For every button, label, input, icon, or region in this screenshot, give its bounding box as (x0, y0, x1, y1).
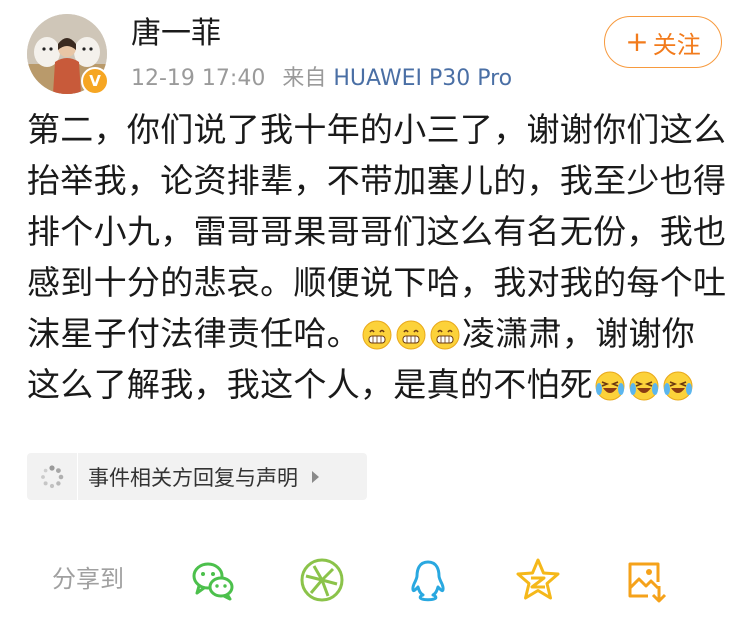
event-tag-label: 事件相关方回复与声明 (88, 465, 298, 490)
post-meta: 12-19 17:40 来自 HUAWEI P30 Pro (131, 64, 512, 94)
grin-emoji (362, 320, 392, 350)
qq-icon[interactable] (404, 556, 452, 604)
event-tag-link[interactable]: 事件相关方回复与声明 (27, 453, 367, 500)
follow-label: 关注 (652, 30, 701, 59)
save-image-icon[interactable] (622, 556, 670, 604)
laugh-cry-emoji (595, 371, 625, 401)
laugh-cry-emoji (629, 371, 659, 401)
loading-spinner-icon (27, 453, 78, 500)
laugh-cry-emoji (663, 371, 693, 401)
wechat-icon[interactable] (189, 556, 237, 604)
timestamp: 12-19 17:40 (131, 66, 266, 91)
plus-icon: + (625, 25, 649, 58)
verified-badge-icon: V (81, 67, 109, 95)
grin-emoji (396, 320, 426, 350)
post-body: 第二，你们说了我十年的小三了，谢谢你们这么抬举我，论资排辈，不带加塞儿的，我至少… (27, 104, 727, 410)
grin-emoji (430, 320, 460, 350)
follow-button[interactable]: + 关注 (604, 16, 722, 68)
share-label: 分享到 (52, 565, 124, 593)
qzone-icon[interactable] (514, 556, 562, 604)
chevron-right-icon (312, 470, 319, 483)
moments-icon[interactable] (298, 556, 346, 604)
username[interactable]: 唐一菲 (131, 14, 221, 54)
device-link[interactable]: HUAWEI P30 Pro (333, 66, 512, 91)
source-prefix: 来自 (282, 66, 327, 91)
